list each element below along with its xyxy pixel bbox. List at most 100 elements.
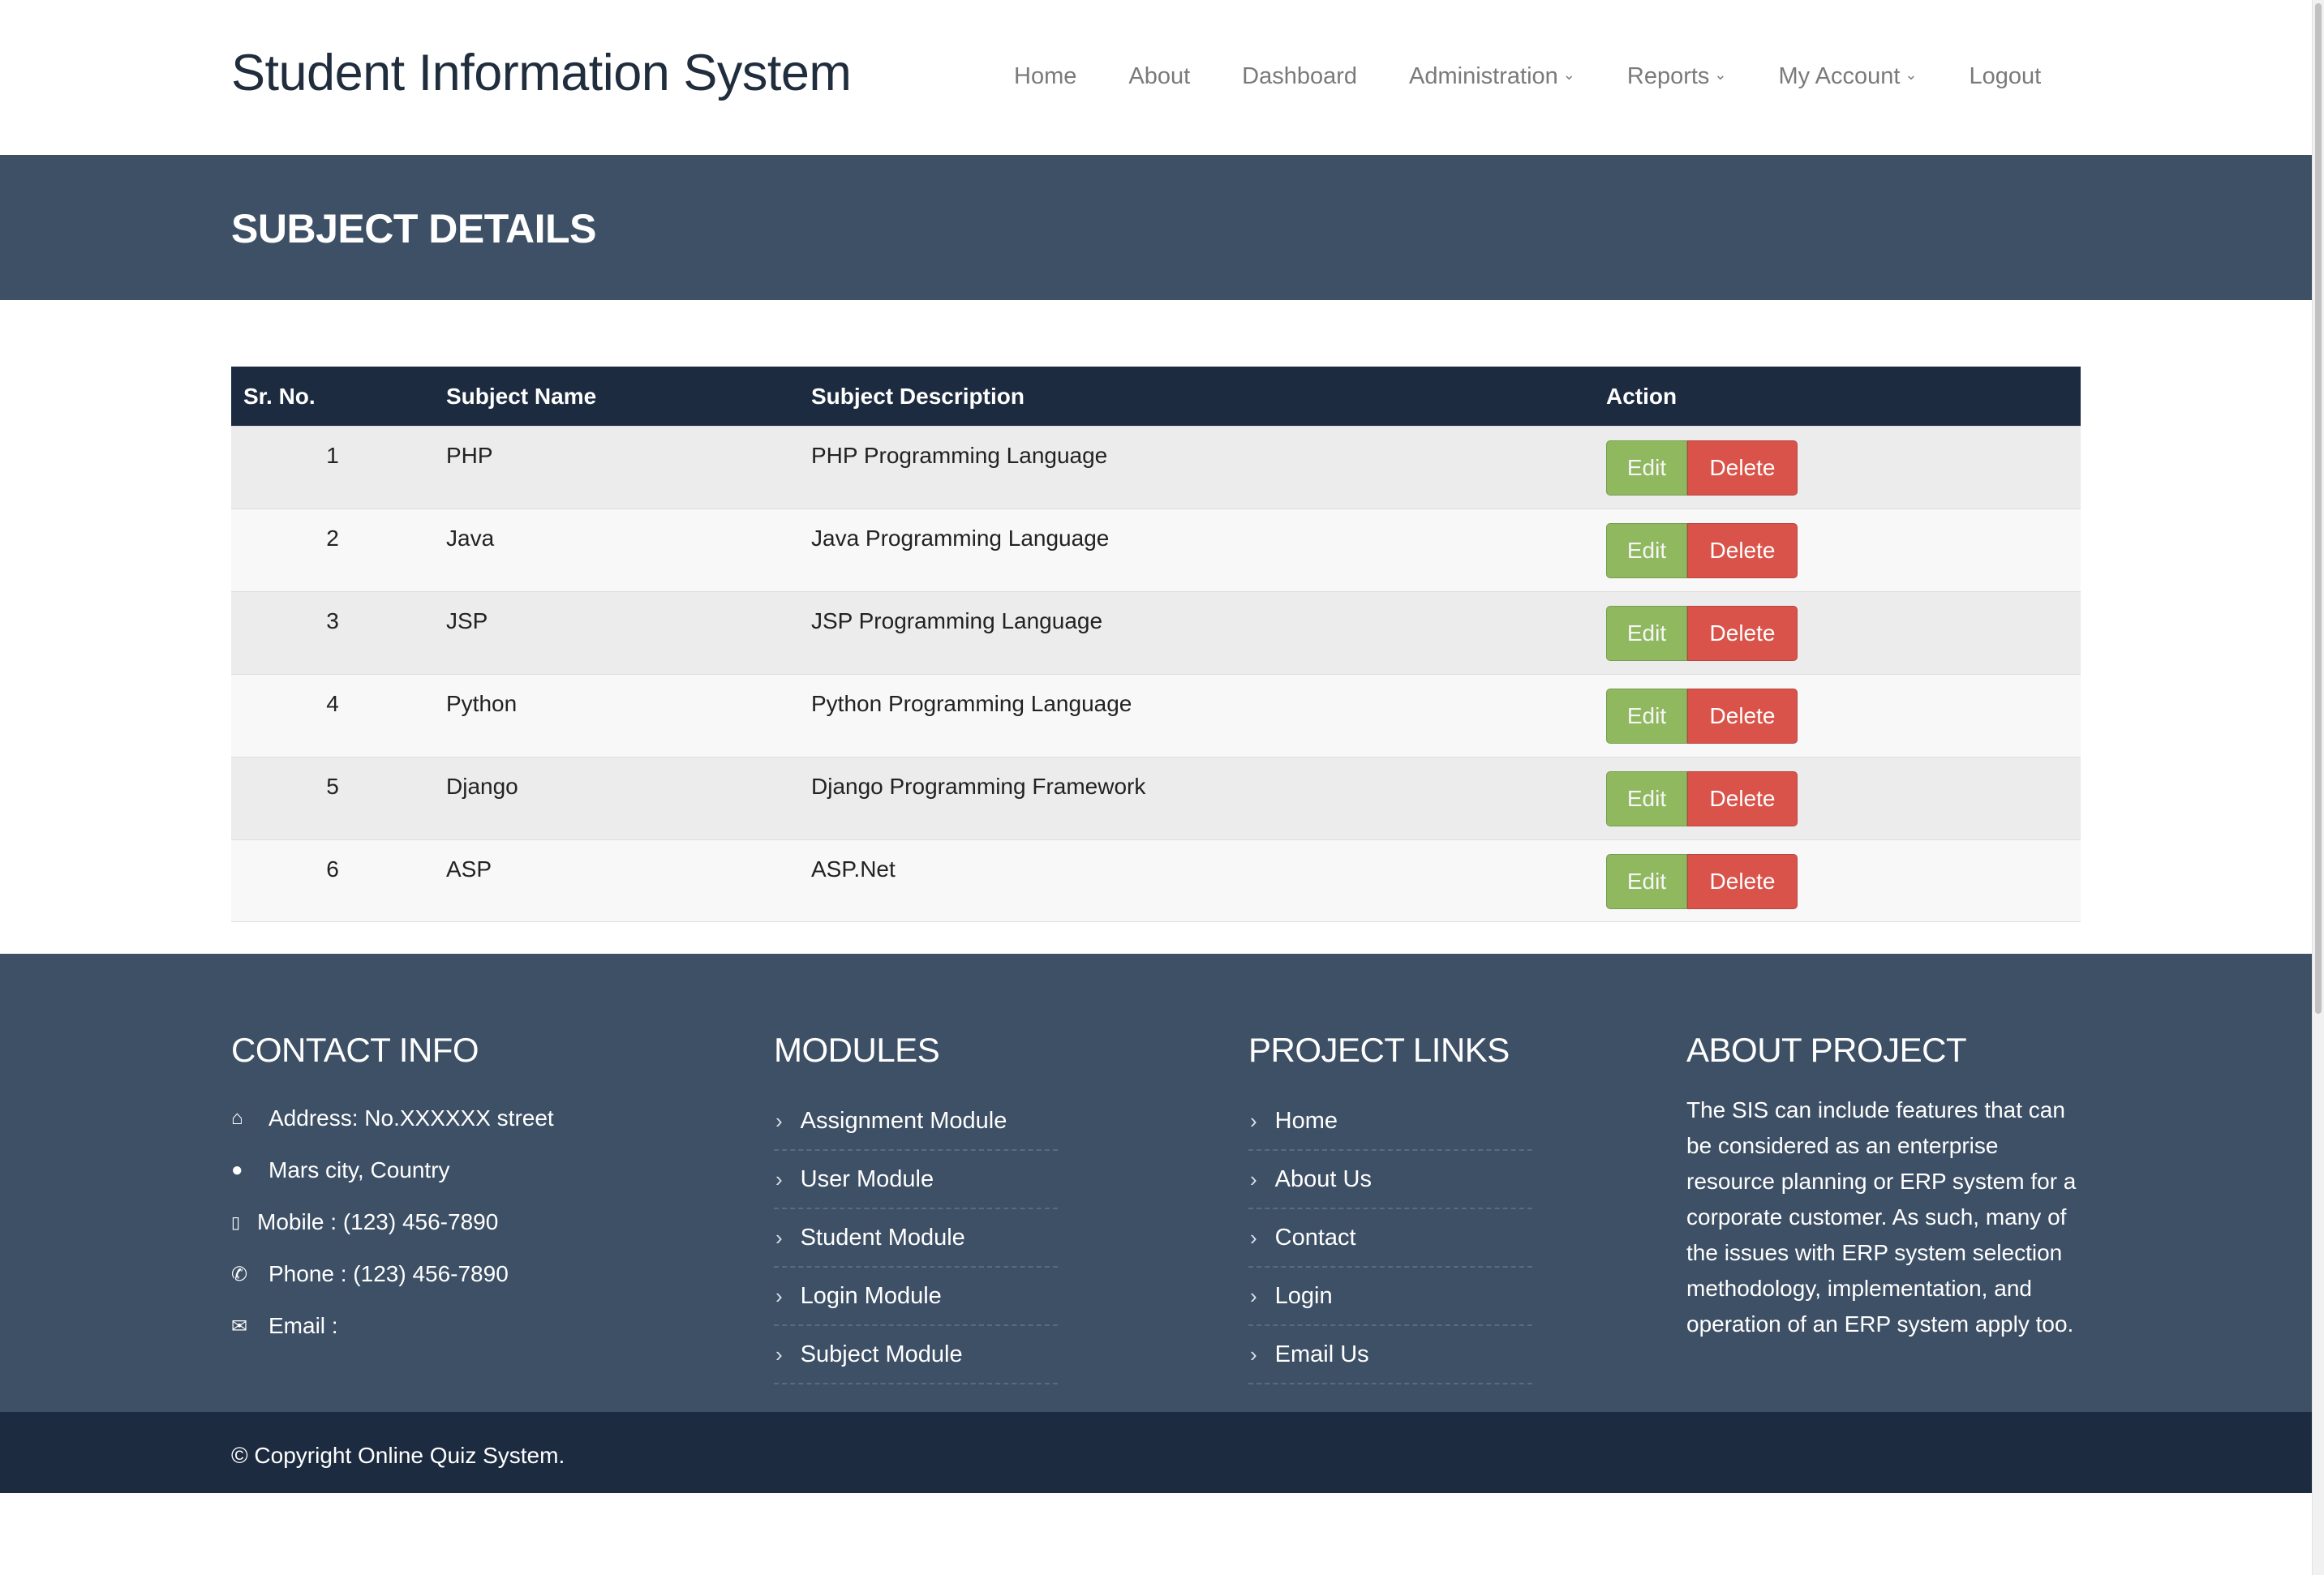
scrollbar-thumb[interactable] xyxy=(2315,3,2322,1014)
cell-sr-no: 6 xyxy=(326,856,339,882)
delete-button[interactable]: Delete xyxy=(1687,854,1798,909)
header-action: Action xyxy=(1606,383,1677,409)
cell-action: Edit Delete xyxy=(1606,509,2081,578)
cell-subject-name: Python xyxy=(446,691,518,716)
project-link-email-us[interactable]: › Email Us xyxy=(1248,1326,1532,1384)
cell-subject-description: ASP.Net xyxy=(811,856,896,882)
cell-subject-name: JSP xyxy=(446,608,488,633)
cell-action: Edit Delete xyxy=(1606,592,2081,661)
envelope-icon: ✉ xyxy=(231,1315,248,1337)
table-row: 1 PHP PHP Programming Language Edit Dele… xyxy=(231,426,2081,509)
footer-contact-title: CONTACT INFO xyxy=(231,1031,479,1069)
chevron-down-icon: ⌄ xyxy=(1905,67,1918,83)
nav-administration[interactable]: Administration ⌄ xyxy=(1409,63,1575,90)
cell-action: Edit Delete xyxy=(1606,757,2081,826)
edit-button[interactable]: Edit xyxy=(1606,854,1687,909)
delete-button[interactable]: Delete xyxy=(1687,440,1798,496)
table-row: 2 Java Java Programming Language Edit De… xyxy=(231,509,2081,591)
modules-list: › Assignment Module › User Module › Student… xyxy=(774,1092,1058,1384)
module-link-student[interactable]: › Student Module xyxy=(774,1209,1058,1268)
delete-button[interactable]: Delete xyxy=(1687,523,1798,578)
nav-administration-label: Administration xyxy=(1409,63,1558,89)
phone-icon: ✆ xyxy=(231,1263,248,1285)
project-link-home[interactable]: › Home xyxy=(1248,1092,1532,1151)
header-sr-no: Sr. No. xyxy=(243,383,316,409)
cell-subject-name: Django xyxy=(446,774,518,799)
module-link-assignment[interactable]: › Assignment Module xyxy=(774,1092,1058,1151)
chevron-right-icon: › xyxy=(1250,1166,1257,1191)
nav-about[interactable]: About xyxy=(1128,63,1190,90)
project-link-label: Home xyxy=(1274,1107,1338,1134)
globe-icon: ● xyxy=(231,1159,243,1181)
contact-phone-text: Phone : (123) 456-7890 xyxy=(268,1261,509,1286)
delete-button[interactable]: Delete xyxy=(1687,606,1798,661)
contact-mobile-text: Mobile : (123) 456-7890 xyxy=(257,1209,499,1234)
cell-subject-description: JSP Programming Language xyxy=(811,608,1103,633)
nav-logout[interactable]: Logout xyxy=(1970,63,2042,90)
edit-button[interactable]: Edit xyxy=(1606,606,1687,661)
edit-button[interactable]: Edit xyxy=(1606,771,1687,826)
header-subject-description: Subject Description xyxy=(811,383,1025,409)
module-link-label: Student Module xyxy=(800,1224,965,1251)
footer-about-title: ABOUT PROJECT xyxy=(1686,1031,1967,1069)
cell-action: Edit Delete xyxy=(1606,675,2081,744)
nav-my-account[interactable]: My Account ⌄ xyxy=(1779,63,1918,90)
project-links-list: › Home › About Us › Contact › Login › Email U… xyxy=(1248,1092,1532,1384)
mobile-icon: ▯ xyxy=(231,1213,241,1232)
nav-about-label: About xyxy=(1128,63,1191,89)
chevron-right-icon: › xyxy=(775,1283,783,1308)
chevron-right-icon: › xyxy=(1250,1341,1257,1367)
edit-button[interactable]: Edit xyxy=(1606,689,1687,744)
home-icon: ⌂ xyxy=(231,1107,243,1129)
chevron-right-icon: › xyxy=(775,1341,783,1367)
cell-sr-no: 3 xyxy=(326,608,339,633)
footer-project-links: PROJECT LINKS › Home › About Us › Contact ›… xyxy=(1248,1031,1532,1384)
page-scrollbar[interactable] xyxy=(2312,0,2324,1575)
footer-about-text: The SIS can include features that can be… xyxy=(1686,1097,2077,1337)
contact-phone: ✆ Phone : (123) 456-7890 xyxy=(231,1248,554,1300)
contact-email-text: Email : xyxy=(268,1313,338,1338)
nav-reports[interactable]: Reports ⌄ xyxy=(1627,63,1727,90)
nav-home-label: Home xyxy=(1014,63,1077,89)
chevron-right-icon: › xyxy=(775,1225,783,1250)
contact-city-text: Mars city, Country xyxy=(268,1157,450,1182)
nav-home[interactable]: Home xyxy=(1014,63,1076,90)
nav-my-account-label: My Account xyxy=(1778,63,1901,89)
table-row: 4 Python Python Programming Language Edi… xyxy=(231,674,2081,757)
edit-button[interactable]: Edit xyxy=(1606,523,1687,578)
nav-logout-label: Logout xyxy=(1969,63,2042,89)
table-row: 3 JSP JSP Programming Language Edit Dele… xyxy=(231,591,2081,674)
footer-modules: MODULES › Assignment Module › User Module … xyxy=(774,1031,1058,1384)
edit-button[interactable]: Edit xyxy=(1606,440,1687,496)
module-link-label: User Module xyxy=(800,1165,934,1192)
header-subject-name: Subject Name xyxy=(446,383,597,409)
module-link-label: Subject Module xyxy=(800,1341,963,1367)
site-header: Student Information System Home About Da… xyxy=(0,0,2312,155)
delete-button[interactable]: Delete xyxy=(1687,689,1798,744)
chevron-right-icon: › xyxy=(1250,1225,1257,1250)
nav-dashboard[interactable]: Dashboard xyxy=(1242,63,1357,90)
module-link-label: Login Module xyxy=(800,1282,942,1309)
chevron-right-icon: › xyxy=(775,1108,783,1133)
site-brand[interactable]: Student Information System xyxy=(231,44,852,102)
nav-dashboard-label: Dashboard xyxy=(1242,63,1358,89)
module-link-user[interactable]: › User Module xyxy=(774,1151,1058,1209)
chevron-down-icon: ⌄ xyxy=(1714,67,1727,83)
cell-sr-no: 1 xyxy=(326,443,339,468)
subject-table: Sr. No. Subject Name Subject Description… xyxy=(231,367,2081,922)
project-link-login[interactable]: › Login xyxy=(1248,1268,1532,1326)
contact-address-text: Address: No.XXXXXX street xyxy=(268,1105,554,1131)
delete-button[interactable]: Delete xyxy=(1687,771,1798,826)
cell-action: Edit Delete xyxy=(1606,840,2081,909)
copyright-bar: © Copyright Online Quiz System. xyxy=(0,1412,2312,1493)
project-link-about-us[interactable]: › About Us xyxy=(1248,1151,1532,1209)
module-link-login[interactable]: › Login Module xyxy=(774,1268,1058,1326)
footer-about-project: ABOUT PROJECT The SIS can include featur… xyxy=(1686,1031,2084,1342)
module-link-subject[interactable]: › Subject Module xyxy=(774,1326,1058,1384)
project-link-contact[interactable]: › Contact xyxy=(1248,1209,1532,1268)
cell-sr-no: 4 xyxy=(326,691,339,716)
contact-mobile: ▯ Mobile : (123) 456-7890 xyxy=(231,1196,554,1248)
table-header: Sr. No. Subject Name Subject Description… xyxy=(231,367,2081,426)
chevron-down-icon: ⌄ xyxy=(1562,67,1575,83)
project-link-label: About Us xyxy=(1274,1165,1372,1192)
